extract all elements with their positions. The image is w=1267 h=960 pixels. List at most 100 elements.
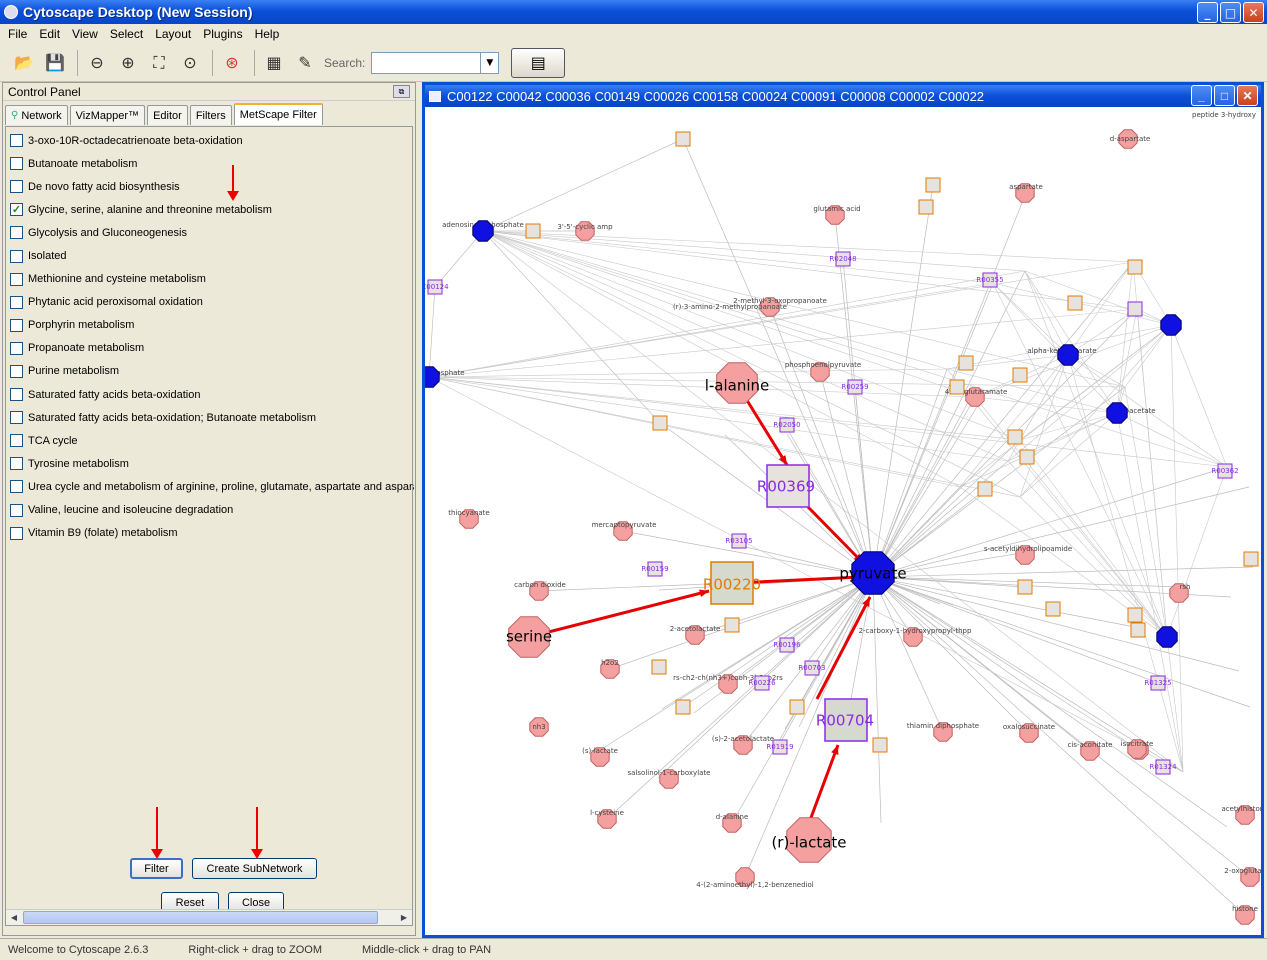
filter-item[interactable]: Vitamin B9 (folate) metabolism <box>10 522 414 545</box>
reaction-node[interactable] <box>1243 551 1259 567</box>
filter-item[interactable]: TCA cycle <box>10 429 414 452</box>
filter-item[interactable]: Methionine and cysteine metabolism <box>10 268 414 291</box>
checkbox[interactable] <box>10 157 23 171</box>
zoom-in-icon[interactable]: ⊕ <box>114 49 142 77</box>
reaction-node[interactable] <box>1127 301 1143 317</box>
filter-item[interactable]: Isolated <box>10 244 414 267</box>
tab-vizmapper[interactable]: VizMapper™ <box>69 105 146 125</box>
filter-item[interactable]: Phytanic acid peroxisomal oxidation <box>10 291 414 314</box>
hub-node[interactable] <box>1106 402 1128 424</box>
reaction-node[interactable] <box>724 617 740 633</box>
filter-item[interactable]: Saturated fatty acids beta-oxidation <box>10 383 414 406</box>
checkbox[interactable] <box>10 295 23 309</box>
tab-editor[interactable]: Editor <box>147 105 188 125</box>
scroll-right-icon[interactable]: ▶ <box>396 910 412 925</box>
network-graph[interactable]: d-aspartate peptide 3-hydroxy aspartate glu… <box>425 107 1261 935</box>
zoom-fit-icon[interactable]: ⊙ <box>176 49 204 77</box>
reaction-node[interactable] <box>872 737 888 753</box>
maximize-button[interactable]: □ <box>1220 2 1241 23</box>
edit-attributes-icon[interactable]: ✎ <box>291 49 319 77</box>
network-canvas[interactable]: d-aspartate peptide 3-hydroxy aspartate glu… <box>425 107 1261 935</box>
reaction-node[interactable] <box>949 379 965 395</box>
reaction-node[interactable] <box>925 177 941 193</box>
reaction-node[interactable] <box>977 481 993 497</box>
menu-edit[interactable]: Edit <box>33 27 66 41</box>
hub-node[interactable] <box>1160 314 1182 336</box>
menu-layout[interactable]: Layout <box>149 27 197 41</box>
checkbox[interactable] <box>10 364 23 378</box>
save-icon[interactable]: 💾 <box>41 49 69 77</box>
create-subnetwork-button[interactable]: Create SubNetwork <box>192 858 317 879</box>
checkbox[interactable] <box>10 341 23 355</box>
open-folder-icon[interactable]: 📂 <box>10 49 38 77</box>
checkbox[interactable] <box>10 480 23 494</box>
checkbox[interactable] <box>10 411 23 425</box>
menu-view[interactable]: View <box>66 27 104 41</box>
checkbox[interactable] <box>10 434 23 448</box>
zoom-out-icon[interactable]: ⊖ <box>83 49 111 77</box>
tab-metscape-filter[interactable]: MetScape Filter <box>233 103 323 125</box>
checkbox[interactable] <box>10 526 23 540</box>
zoom-selected-icon[interactable]: ⛶ <box>145 49 173 77</box>
checkbox[interactable] <box>10 318 23 332</box>
checkbox[interactable] <box>10 249 23 263</box>
search-dropdown-icon[interactable]: ▼ <box>481 51 500 74</box>
checkbox[interactable] <box>10 226 23 240</box>
menu-help[interactable]: Help <box>249 27 286 41</box>
filter-item[interactable]: Propanoate metabolism <box>10 337 414 360</box>
filter-item[interactable]: Purine metabolism <box>10 360 414 383</box>
filter-item[interactable]: Tyrosine metabolism <box>10 452 414 475</box>
reaction-node[interactable] <box>1127 259 1143 275</box>
reaction-node[interactable] <box>1019 449 1035 465</box>
checkbox[interactable] <box>10 180 23 194</box>
hub-node[interactable] <box>472 220 494 242</box>
filter-item[interactable]: Saturated fatty acids beta-oxidation; Bu… <box>10 406 414 429</box>
minimize-button[interactable]: _ <box>1197 2 1218 23</box>
horizontal-scrollbar[interactable]: ◀ ▶ <box>6 909 412 925</box>
checkbox[interactable] <box>10 388 23 402</box>
filter-item[interactable]: Glycolysis and Gluconeogenesis <box>10 221 414 244</box>
close-window-button[interactable]: ✕ <box>1243 2 1264 23</box>
hub-node[interactable] <box>1156 626 1178 648</box>
filter-item[interactable]: De novo fatty acid biosynthesis <box>10 175 414 198</box>
menu-select[interactable]: Select <box>104 27 149 41</box>
reaction-node[interactable] <box>1127 607 1143 623</box>
reaction-node[interactable] <box>958 355 974 371</box>
reaction-node[interactable] <box>651 659 667 675</box>
network-maximize-button[interactable]: □ <box>1214 85 1235 106</box>
reaction-node[interactable] <box>1045 601 1061 617</box>
reaction-node[interactable] <box>1130 622 1146 638</box>
undock-panel-icon[interactable]: ⧉ <box>393 85 410 98</box>
checkbox-checked[interactable]: ✓ <box>10 203 23 217</box>
reaction-node[interactable] <box>789 699 805 715</box>
reaction-node[interactable] <box>675 131 691 147</box>
help-lifebuoy-icon[interactable]: ⊛ <box>218 49 246 77</box>
menu-plugins[interactable]: Plugins <box>197 27 248 41</box>
reaction-node[interactable] <box>1012 367 1028 383</box>
checkbox[interactable] <box>10 134 23 148</box>
search-input[interactable] <box>371 51 482 74</box>
scroll-thumb[interactable] <box>23 911 378 924</box>
tab-network[interactable]: ⚲ Network <box>5 105 68 125</box>
filter-button[interactable]: Filter <box>130 858 183 879</box>
reaction-node[interactable] <box>1007 429 1023 445</box>
hub-node[interactable] <box>1057 344 1079 366</box>
network-close-button[interactable]: ✕ <box>1237 85 1258 106</box>
filter-item[interactable]: 3-oxo-10R-octadecatrienoate beta-oxidati… <box>10 129 414 152</box>
reaction-node[interactable] <box>1017 579 1033 595</box>
tab-filters[interactable]: Filters <box>189 105 232 125</box>
filter-item[interactable]: Valine, leucine and isoleucine degradati… <box>10 499 414 522</box>
reaction-node[interactable] <box>1067 295 1083 311</box>
search-options-button[interactable]: ▤ <box>511 47 566 78</box>
reaction-node[interactable] <box>652 415 668 431</box>
filter-item[interactable]: ✓ Glycine, serine, alanine and threonine … <box>10 198 414 221</box>
reaction-node[interactable] <box>918 199 934 215</box>
reaction-node[interactable] <box>675 699 691 715</box>
menu-file[interactable]: File <box>2 27 33 41</box>
network-minimize-button[interactable]: _ <box>1191 85 1212 106</box>
vizmapper-icon[interactable]: ▦ <box>260 49 288 77</box>
filter-item[interactable]: Butanoate metabolism <box>10 152 414 175</box>
filter-item[interactable]: Urea cycle and metabolism of arginine, p… <box>10 475 414 498</box>
checkbox[interactable] <box>10 457 23 471</box>
filter-item[interactable]: Porphyrin metabolism <box>10 314 414 337</box>
